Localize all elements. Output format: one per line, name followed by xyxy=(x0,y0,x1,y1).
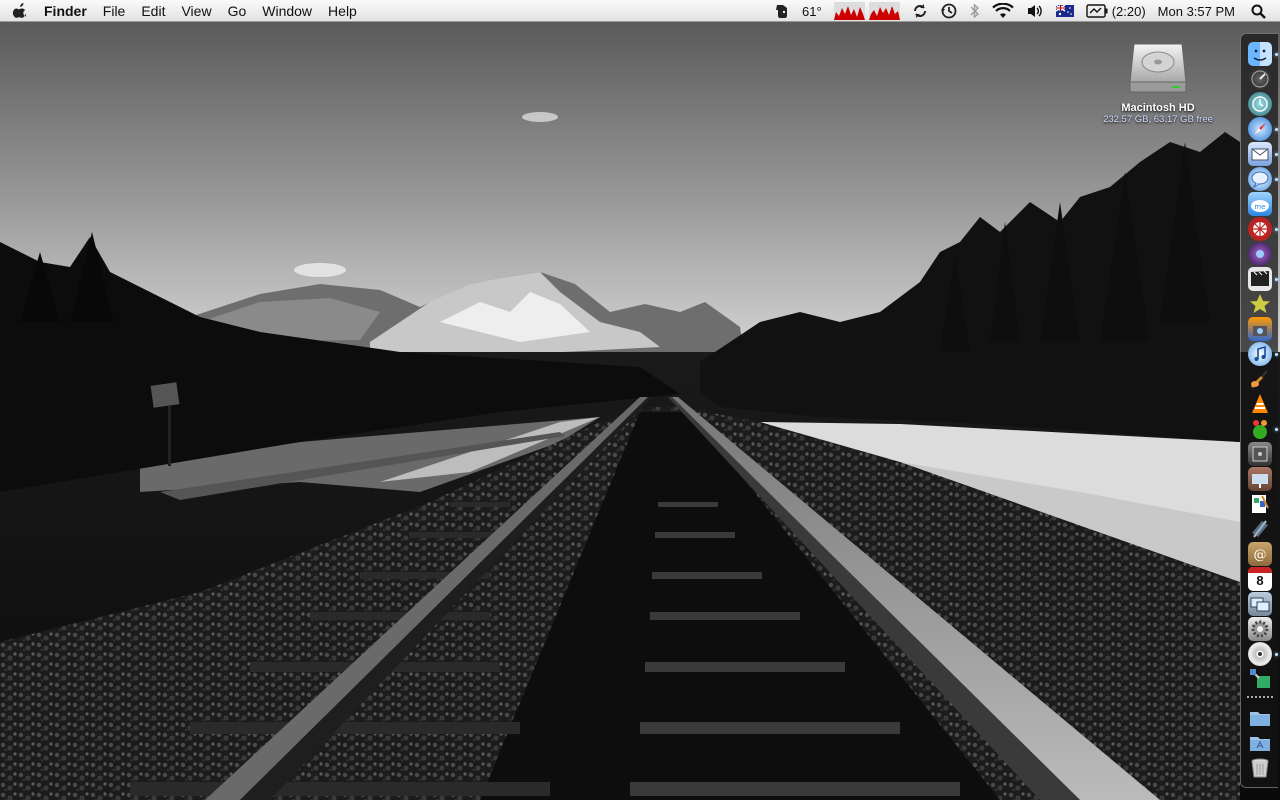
app-icon[interactable] xyxy=(1248,667,1272,691)
imovie-icon[interactable] xyxy=(1248,267,1272,291)
cpu-graph-icon[interactable] xyxy=(833,0,900,22)
battery-status[interactable]: (2:20) xyxy=(1086,0,1146,22)
svg-text:@: @ xyxy=(1254,548,1267,563)
time-machine-status-icon[interactable] xyxy=(940,0,958,22)
garageband-icon[interactable] xyxy=(1248,367,1272,391)
applications-folder-icon[interactable] xyxy=(1248,731,1272,755)
window-menu[interactable]: Window xyxy=(254,0,320,22)
weather-temperature[interactable]: 61° xyxy=(802,0,822,22)
safari-icon[interactable] xyxy=(1248,117,1272,141)
go-menu[interactable]: Go xyxy=(220,0,255,22)
macintosh-hd-icon[interactable]: Macintosh HD 232.57 GB, 63.17 GB free xyxy=(1096,34,1220,125)
dock: me @ 8 xyxy=(1240,33,1278,788)
drive-name-label: Macintosh HD xyxy=(1121,102,1195,114)
ichat-icon[interactable] xyxy=(1248,167,1272,191)
apple-menu-icon[interactable] xyxy=(0,0,40,22)
downloads-folder-icon[interactable] xyxy=(1248,706,1272,730)
spotlight-search-icon[interactable] xyxy=(1251,0,1266,22)
svg-text:me: me xyxy=(1254,203,1265,211)
mobileme-icon[interactable]: me xyxy=(1248,192,1272,216)
edit-menu[interactable]: Edit xyxy=(133,0,173,22)
menu-bar: Finder File Edit View Go Window Help 61° xyxy=(0,0,1280,22)
iphoto-icon[interactable] xyxy=(1248,292,1272,316)
file-menu[interactable]: File xyxy=(95,0,134,22)
finder-menu[interactable]: Finder xyxy=(40,0,95,22)
address-book-icon[interactable]: @ xyxy=(1248,542,1272,566)
sync-icon[interactable] xyxy=(912,0,928,22)
system-preferences-icon[interactable] xyxy=(1248,617,1272,641)
bluetooth-icon[interactable] xyxy=(970,0,980,22)
help-menu[interactable]: Help xyxy=(320,0,365,22)
ical-icon[interactable]: 8 xyxy=(1248,567,1272,591)
screen-sharing-icon[interactable] xyxy=(1248,592,1272,616)
australia-flag-icon[interactable] xyxy=(1055,0,1074,22)
ical-day: 8 xyxy=(1256,573,1264,588)
dvd-player-icon[interactable] xyxy=(1248,642,1272,666)
wifi-icon[interactable] xyxy=(991,0,1014,22)
hard-drive-icon xyxy=(1129,43,1187,93)
time-machine-icon[interactable] xyxy=(1248,92,1272,116)
script-editor-icon[interactable] xyxy=(1248,517,1272,541)
finder-icon[interactable] xyxy=(1248,42,1272,66)
battery-time: (2:20) xyxy=(1111,3,1146,19)
evernote-icon[interactable] xyxy=(774,0,790,22)
drive-info-label: 232.57 GB, 63.17 GB free xyxy=(1103,114,1213,125)
disk-utility-icon[interactable] xyxy=(1248,442,1272,466)
dashboard-icon[interactable] xyxy=(1248,67,1272,91)
adium-icon[interactable] xyxy=(1248,417,1272,441)
garageband-photo-icon[interactable] xyxy=(1248,317,1272,341)
itunes-icon[interactable] xyxy=(1248,342,1272,366)
desktop[interactable]: Macintosh HD 232.57 GB, 63.17 GB free xyxy=(0,22,1280,800)
front-row-icon[interactable] xyxy=(1248,242,1272,266)
menu-clock[interactable]: Mon 3:57 PM xyxy=(1158,0,1235,22)
lost-icon[interactable] xyxy=(1248,217,1272,241)
view-menu[interactable]: View xyxy=(173,0,219,22)
desktop-wallpaper xyxy=(0,22,1280,800)
keynote-icon[interactable] xyxy=(1248,467,1272,491)
trash-icon[interactable] xyxy=(1248,756,1272,780)
vlc-icon[interactable] xyxy=(1248,392,1272,416)
volume-icon[interactable] xyxy=(1026,0,1044,22)
pages-icon[interactable] xyxy=(1248,492,1272,516)
mail-icon[interactable] xyxy=(1248,142,1272,166)
